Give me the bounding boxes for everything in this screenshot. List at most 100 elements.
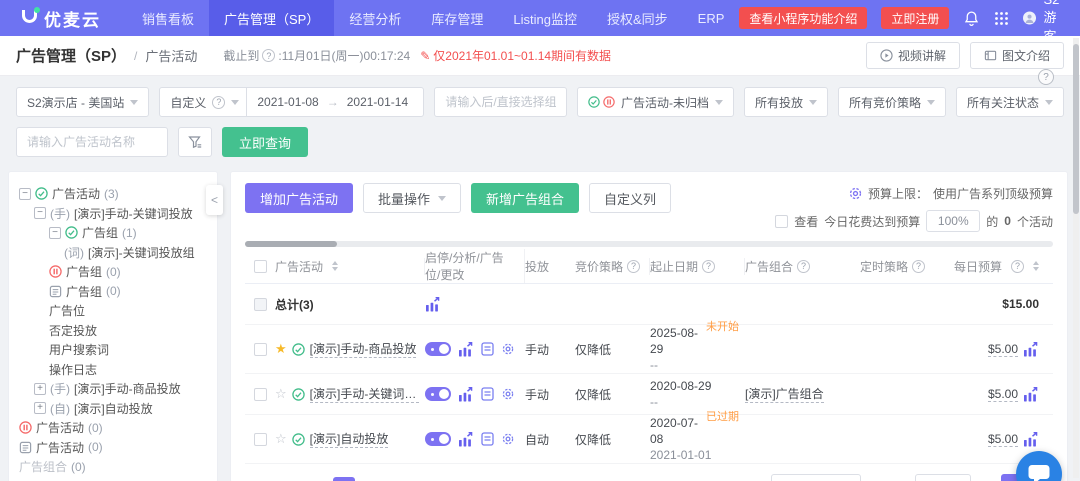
- vertical-scrollbar-thumb[interactable]: [1073, 44, 1079, 214]
- portfolio-input[interactable]: [445, 95, 556, 109]
- view-filter-checkbox[interactable]: [775, 215, 788, 228]
- bidding-strategy-select[interactable]: 所有竞价策略: [838, 87, 946, 117]
- page-size-select[interactable]: 30条/页: [771, 474, 861, 481]
- nav-tab-5[interactable]: 授权&同步: [592, 0, 683, 36]
- targeting-select[interactable]: 所有投放: [744, 87, 828, 117]
- chart-trend-icon[interactable]: [458, 387, 474, 402]
- date-preset-select[interactable]: 自定义 ?: [159, 87, 247, 117]
- enable-toggle[interactable]: [425, 387, 451, 401]
- tree-item-2[interactable]: −广告组(1): [17, 223, 209, 243]
- tree-item-8[interactable]: 用户搜索词: [17, 340, 209, 360]
- select-all-checkbox[interactable]: [254, 260, 267, 273]
- campaign-state-select[interactable]: 广告活动-未归档: [577, 87, 734, 117]
- add-portfolio-button[interactable]: 新增广告组合: [471, 183, 579, 213]
- sort-icon[interactable]: [332, 261, 338, 271]
- miniprogram-intro-button[interactable]: 查看小程序功能介绍: [739, 7, 867, 29]
- nav-tab-2[interactable]: 经营分析: [334, 0, 416, 36]
- breadcrumb-section[interactable]: 广告活动: [145, 46, 197, 65]
- tree-item-6[interactable]: 广告位: [17, 301, 209, 321]
- tree-item-1[interactable]: −(手)[演示]手动-关键词投放: [17, 204, 209, 224]
- tree-item-3[interactable]: (词)[演示]-关键词投放组: [17, 243, 209, 263]
- store-select[interactable]: S2演示店 - 美国站: [16, 87, 149, 117]
- tree-item-10[interactable]: +(手)[演示]手动-商品投放: [17, 379, 209, 399]
- portfolio-search-input[interactable]: [434, 87, 567, 117]
- bell-icon[interactable]: [963, 10, 980, 27]
- gear-icon[interactable]: [848, 186, 863, 201]
- tree-collapse-button[interactable]: <: [206, 185, 223, 215]
- tree-expander-icon[interactable]: +: [34, 383, 46, 395]
- budget-cap-value[interactable]: 使用广告系列顶级预算: [933, 185, 1053, 202]
- tree-expander-icon[interactable]: −: [34, 207, 46, 219]
- enable-toggle[interactable]: [425, 432, 451, 446]
- horizontal-scrollbar[interactable]: [245, 241, 1053, 247]
- nav-tab-4[interactable]: Listing监控: [498, 0, 592, 36]
- tree-expander-icon[interactable]: +: [34, 402, 46, 414]
- nav-tab-0[interactable]: 销售看板: [127, 0, 209, 36]
- row-checkbox[interactable]: [254, 433, 267, 446]
- tree-expander-icon[interactable]: −: [19, 188, 31, 200]
- campaign-name-input[interactable]: [27, 135, 157, 149]
- chart-trend-icon[interactable]: [1023, 342, 1039, 357]
- report-doc-icon[interactable]: [481, 432, 494, 446]
- daily-budget-value[interactable]: $5.00: [988, 342, 1018, 357]
- doc-guide-button[interactable]: 图文介绍: [970, 42, 1064, 69]
- tree-item-12[interactable]: 广告活动(0): [17, 418, 209, 438]
- info-icon[interactable]: ?: [627, 260, 640, 273]
- info-icon[interactable]: ?: [702, 260, 715, 273]
- batch-operations-button[interactable]: 批量操作: [363, 183, 461, 213]
- row-checkbox[interactable]: [254, 388, 267, 401]
- star-icon[interactable]: ☆: [275, 386, 287, 402]
- budget-percent-input[interactable]: [926, 210, 980, 232]
- percent-input[interactable]: [927, 211, 979, 231]
- info-icon[interactable]: ?: [797, 260, 810, 273]
- star-icon[interactable]: ★: [275, 341, 287, 357]
- campaign-name-link[interactable]: [演示]自动投放: [310, 430, 389, 448]
- nav-tab-1[interactable]: 广告管理（SP）: [209, 0, 334, 36]
- app-logo[interactable]: 优麦云: [0, 6, 127, 31]
- sort-icon[interactable]: [1033, 261, 1039, 271]
- watch-status-select[interactable]: 所有关注状态: [956, 87, 1064, 117]
- star-icon[interactable]: ☆: [275, 431, 287, 447]
- custom-columns-button[interactable]: 自定义列: [589, 183, 671, 213]
- daily-budget-value[interactable]: $5.00: [988, 387, 1018, 402]
- campaign-name-link[interactable]: [演示]手动-关键词投放: [310, 385, 419, 403]
- tree-item-7[interactable]: 否定投放: [17, 321, 209, 341]
- chart-trend-icon[interactable]: [425, 297, 441, 312]
- jump-page-input[interactable]: [915, 474, 971, 481]
- register-button[interactable]: 立即注册: [881, 7, 949, 29]
- campaign-name-link[interactable]: [演示]手动-商品投放: [310, 340, 417, 358]
- tree-item-14[interactable]: 广告组合(0): [17, 457, 209, 477]
- tree-item-11[interactable]: +(自)[演示]自动投放: [17, 399, 209, 419]
- horizontal-scrollbar-thumb[interactable]: [245, 241, 337, 247]
- info-icon[interactable]: ?: [912, 260, 925, 273]
- campaign-name-search[interactable]: [16, 127, 168, 157]
- tree-item-13[interactable]: 广告活动(0): [17, 438, 209, 458]
- enable-toggle[interactable]: [425, 342, 451, 356]
- chart-trend-icon[interactable]: [1023, 432, 1039, 447]
- tree-expander-icon[interactable]: −: [49, 227, 61, 239]
- gear-icon[interactable]: [501, 432, 515, 446]
- tree-item-9[interactable]: 操作日志: [17, 360, 209, 380]
- page-1-button[interactable]: 1: [333, 477, 355, 481]
- gear-icon[interactable]: [501, 342, 515, 356]
- daily-budget-value[interactable]: $5.00: [988, 432, 1018, 447]
- report-doc-icon[interactable]: [481, 387, 494, 401]
- apps-grid-icon[interactable]: [994, 11, 1009, 26]
- date-range-input[interactable]: 2021-01-08 → 2021-01-14: [246, 87, 424, 117]
- help-icon[interactable]: ?: [1038, 69, 1054, 85]
- nav-tab-6[interactable]: ERP: [683, 0, 740, 36]
- add-campaign-button[interactable]: 增加广告活动: [245, 183, 353, 213]
- info-icon[interactable]: ?: [262, 49, 275, 62]
- nav-tab-3[interactable]: 库存管理: [416, 0, 498, 36]
- chart-trend-icon[interactable]: [458, 342, 474, 357]
- vertical-scrollbar[interactable]: [1073, 38, 1079, 478]
- tree-item-0[interactable]: −广告活动(3): [17, 184, 209, 204]
- tree-item-5[interactable]: 广告组(0): [17, 282, 209, 302]
- row-checkbox[interactable]: [254, 343, 267, 356]
- report-doc-icon[interactable]: [481, 342, 494, 356]
- gear-icon[interactable]: [501, 387, 515, 401]
- user-menu[interactable]: S2游客: [1023, 0, 1068, 45]
- tree-item-4[interactable]: 广告组(0): [17, 262, 209, 282]
- info-icon[interactable]: ?: [1011, 260, 1024, 273]
- video-guide-button[interactable]: 视频讲解: [866, 42, 960, 69]
